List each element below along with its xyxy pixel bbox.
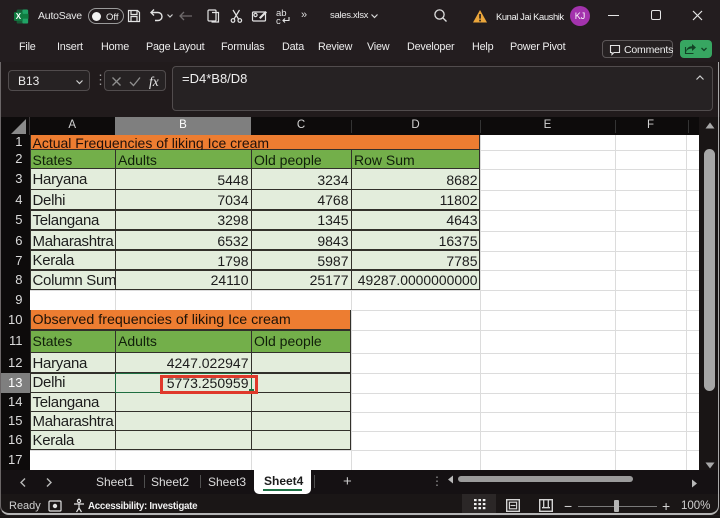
svg-text:c: c xyxy=(276,16,281,25)
svg-text:X: X xyxy=(16,12,22,21)
